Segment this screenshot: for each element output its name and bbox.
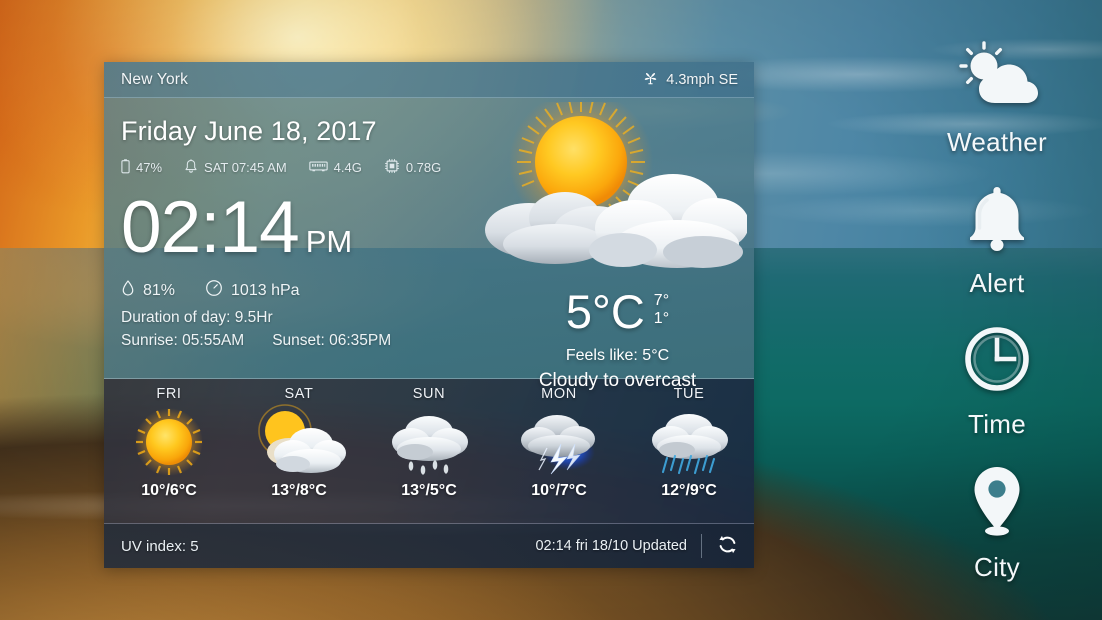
thunderstorm-icon [509, 404, 609, 480]
temp-high-low: 7° 1° [654, 292, 669, 328]
alarm-value: SAT 07:45 AM [204, 160, 287, 175]
refresh-icon[interactable] [716, 533, 739, 560]
footer-right: 02:14 fri 18/10 Updated [535, 533, 739, 560]
temp-low: 1° [653, 309, 670, 327]
app-dock: Weather Alert Time City [892, 0, 1102, 620]
widget-header: New York 4.3mph SE [104, 62, 754, 98]
forecast-day-tue[interactable]: TUE 12°/9°C [624, 379, 754, 523]
alarm-bell-icon [184, 158, 198, 177]
dock-item-weather[interactable]: Weather [947, 39, 1047, 158]
dock-label: Weather [947, 127, 1047, 157]
forecast-day-mon[interactable]: MON 10°/7°C [494, 379, 624, 523]
dock-label: City [974, 552, 1020, 582]
dock-item-alert[interactable]: Alert [957, 180, 1037, 299]
battery-icon [121, 158, 130, 177]
dock-label: Time [967, 409, 1026, 439]
ram-status: 4.4G [308, 159, 362, 176]
forecast-day-label: SUN [412, 386, 446, 402]
forecast-temp: 10°/6°C [141, 482, 197, 499]
cpu-value: 0.78G [405, 160, 442, 175]
forecast-day-fri[interactable]: FRI 10°/6°C [104, 379, 234, 523]
location-pin-icon [964, 462, 1030, 545]
showers-icon [639, 404, 739, 480]
temp-high: 7° [653, 292, 670, 309]
windmill-icon [642, 69, 659, 91]
barometer-icon [205, 279, 223, 302]
forecast-day-label: FRI [156, 386, 182, 402]
forecast-day-label: SAT [284, 386, 314, 402]
uv-index-label: UV index: 5 [121, 537, 199, 555]
battery-status: 47% [121, 158, 163, 177]
clock-display[interactable]: 02:14 PM [121, 187, 489, 268]
rain-icon [379, 404, 479, 480]
sunrise-label: Sunrise: 05:55AM [121, 332, 245, 350]
forecast-temp: 13°/5°C [401, 482, 457, 499]
cpu-icon [384, 158, 400, 177]
current-temp-row: 5°C 7° 1° [566, 288, 669, 335]
sun-cloud-icon [949, 39, 1045, 120]
wind-info: 4.3mph SE [642, 69, 738, 91]
humidity-stat: 81% [121, 279, 175, 302]
weather-widget[interactable]: New York 4.3mph SE Friday June 18, 2017 … [104, 62, 754, 568]
pressure-value: 1013 hPa [231, 281, 300, 299]
ram-value: 4.4G [333, 160, 362, 175]
forecast-temp: 12°/9°C [661, 482, 717, 499]
sunset-label: Sunset: 06:35PM [272, 332, 392, 350]
sunny-icon [119, 404, 219, 480]
pressure-stat: 1013 hPa [205, 279, 300, 302]
forecast-day-label: TUE [673, 386, 705, 402]
bell-icon [957, 180, 1037, 261]
sun-behind-cloud-icon [477, 90, 749, 292]
system-status-row: 47% SAT 07:45 AM 4.4G 0.78G [121, 158, 489, 177]
forecast-day-sat[interactable]: SAT 13°/8°C [234, 379, 364, 523]
forecast-temp: 13°/8°C [271, 482, 327, 499]
widget-main: Friday June 18, 2017 47% SAT 07:45 AM 4.… [104, 90, 754, 391]
dock-item-city[interactable]: City [964, 462, 1030, 583]
humidity-value: 81% [143, 281, 176, 299]
clock-ampm: PM [305, 224, 353, 259]
clock-time: 02:14 [121, 187, 300, 268]
city-label[interactable]: New York [121, 71, 188, 89]
footer-divider [701, 534, 702, 558]
current-temperature: 5°C [565, 285, 645, 338]
cpu-status: 0.78G [384, 158, 441, 177]
current-weather-block: 5°C 7° 1° Feels like: 5°C Cloudy to over… [489, 288, 746, 392]
dock-item-time[interactable]: Time [959, 321, 1035, 440]
forecast-strip: FRI 10°/6°C SAT 13°/8°C SUN 13°/5°C MON … [104, 379, 754, 524]
wind-value: 4.3mph SE [666, 71, 738, 88]
clock-icon [959, 321, 1035, 402]
forecast-temp: 10°/7°C [531, 482, 587, 499]
sun-times: Sunrise: 05:55AM Sunset: 06:35PM [121, 332, 489, 350]
environment-row: 81% 1013 hPa [121, 279, 489, 302]
date-label: Friday June 18, 2017 [121, 116, 377, 146]
partly-cloudy-icon [249, 404, 349, 480]
forecast-day-label: MON [541, 386, 577, 402]
ram-icon [308, 159, 328, 176]
duration-of-day: Duration of day: 9.5Hr [121, 309, 273, 327]
widget-main-left: Friday June 18, 2017 47% SAT 07:45 AM 4.… [104, 112, 489, 379]
widget-main-right: 5°C 7° 1° Feels like: 5°C Cloudy to over… [485, 90, 754, 391]
dock-label: Alert [969, 268, 1025, 298]
humidity-droplet-icon [121, 279, 135, 302]
updated-label: 02:14 fri 18/10 Updated [535, 538, 687, 554]
forecast-day-sun[interactable]: SUN 13°/5°C [364, 379, 494, 523]
battery-value: 47% [136, 160, 163, 175]
widget-footer: UV index: 5 02:14 fri 18/10 Updated [104, 524, 754, 568]
alarm-status: SAT 07:45 AM [184, 158, 287, 177]
feels-like-label: Feels like: 5°C [565, 347, 670, 364]
